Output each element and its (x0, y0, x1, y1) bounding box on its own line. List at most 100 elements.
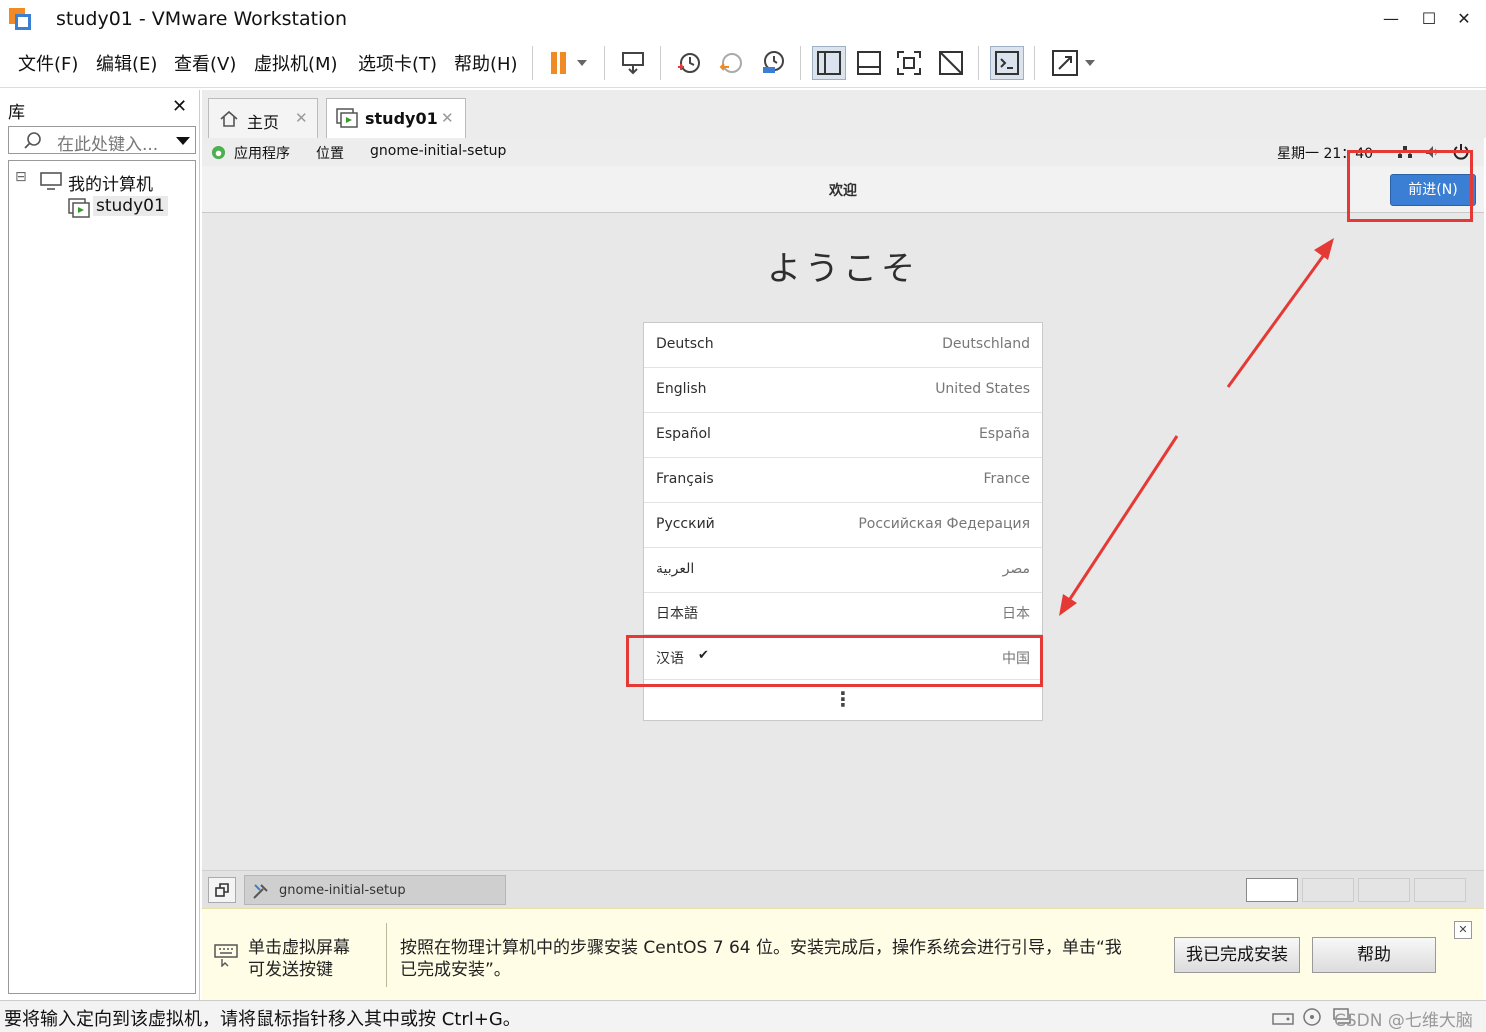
language-row-francais[interactable]: Français France (644, 458, 1042, 503)
gnome-foot-icon (211, 145, 226, 160)
show-library-button[interactable] (812, 46, 846, 80)
language-name: English (656, 381, 707, 397)
show-desktop-button[interactable] (208, 877, 236, 903)
menu-file[interactable]: 文件(F) (18, 50, 78, 76)
console-view-button[interactable] (990, 46, 1024, 80)
window-title: study01 - VMware Workstation (56, 8, 348, 30)
vm-icon (336, 108, 358, 128)
library-panel: 库 ✕ 在此处键入... ⊟ 我的计算机 study01 (0, 90, 200, 1000)
toolbar-separator (1034, 46, 1035, 80)
menu-toolbar: 文件(F) 编辑(E) 查看(V) 虚拟机(M) 选项卡(T) 帮助(H) (0, 38, 1486, 88)
guest-screen[interactable]: 应用程序 位置 gnome-initial-setup 星期一 21：40 欢迎… (202, 138, 1484, 870)
library-title: 库 (8, 103, 25, 123)
help-button[interactable]: 帮助 (1312, 937, 1436, 973)
language-name: Deutsch (656, 336, 714, 352)
annotation-box-next (1347, 150, 1473, 222)
dropdown-arrow-icon[interactable] (175, 135, 191, 147)
pause-icon (551, 52, 587, 74)
show-thumbnail-bar-button[interactable] (852, 46, 886, 80)
library-search[interactable]: 在此处键入... (8, 126, 196, 155)
setup-header: 欢迎 前进(N) (202, 166, 1484, 213)
tree-item-my-computer[interactable]: 我的计算机 (68, 170, 153, 195)
tab-study01-close-button[interactable]: ✕ (441, 109, 454, 127)
tab-bar: 主页 ✕ study01 ✕ (202, 90, 1486, 138)
full-screen-button[interactable] (892, 46, 926, 80)
language-region: España (978, 426, 1030, 442)
watermark-text: CSDN @七维大脑 (1334, 1011, 1473, 1031)
toolbar-separator (604, 46, 605, 80)
workspace-2[interactable] (1302, 878, 1354, 902)
language-row-english[interactable]: English United States (644, 368, 1042, 413)
menu-tabs[interactable]: 选项卡(T) (358, 50, 437, 76)
hint-divider (386, 923, 387, 987)
clock-icon (678, 53, 700, 73)
title-bar: study01 - VMware Workstation — ☐ ✕ (0, 0, 1486, 38)
library-close-button[interactable]: ✕ (172, 96, 187, 117)
tab-home-label: 主页 (247, 113, 280, 132)
maximize-button[interactable]: ☐ (1412, 4, 1446, 34)
send-ctrl-alt-del-button[interactable] (616, 46, 650, 80)
tab-home[interactable]: 主页 ✕ (208, 98, 318, 138)
language-row-arabic[interactable]: العربية مصر (644, 548, 1042, 593)
tab-study01[interactable]: study01 ✕ (326, 98, 466, 138)
revert-clock-icon (719, 53, 742, 73)
minimize-button[interactable]: — (1374, 4, 1408, 34)
taskbar-item[interactable]: gnome-initial-setup (244, 875, 506, 905)
vmware-logo-icon (9, 8, 31, 30)
language-row-deutsch[interactable]: Deutsch Deutschland (644, 323, 1042, 368)
language-name: Русский (656, 516, 715, 532)
unity-mode-button[interactable] (934, 46, 968, 80)
language-region: France (983, 471, 1030, 487)
taskbar-item-label: gnome-initial-setup (279, 883, 406, 898)
home-icon (220, 110, 238, 127)
menu-edit[interactable]: 编辑(E) (96, 50, 157, 76)
cd-drive-icon[interactable] (1302, 1007, 1322, 1027)
tab-study01-label: study01 (365, 109, 438, 128)
snapshot-manager-icon (763, 51, 784, 73)
tools-icon (253, 884, 268, 899)
gnome-top-bar: 应用程序 位置 gnome-initial-setup 星期一 21：40 (202, 138, 1484, 166)
fullscreen-icon (897, 51, 921, 75)
revert-snapshot-button[interactable] (714, 46, 748, 80)
pause-button[interactable] (540, 46, 596, 80)
menu-view[interactable]: 查看(V) (174, 50, 236, 76)
tab-home-close-button[interactable]: ✕ (295, 109, 308, 127)
setup-header-title: 欢迎 (829, 183, 857, 199)
language-region: مصر (1002, 561, 1030, 577)
status-bar: 要将输入定向到该虚拟机，请将鼠标指针移入其中或按 Ctrl+G。 CSDN @七… (0, 1000, 1486, 1032)
tree-item-study01[interactable]: study01 (93, 196, 168, 216)
unity-icon (939, 51, 963, 75)
gnome-places-menu[interactable]: 位置 (316, 143, 344, 163)
gnome-applications-menu[interactable]: 应用程序 (234, 143, 290, 163)
hint-main-text-line2: 已完成安装”。 (400, 960, 511, 980)
library-search-input[interactable]: 在此处键入... (57, 130, 158, 155)
hint-close-button[interactable]: ✕ (1454, 921, 1472, 939)
language-region: United States (935, 381, 1030, 397)
toolbar-separator (660, 46, 661, 80)
stretch-guest-button[interactable] (1046, 46, 1102, 80)
toolbar-separator (978, 46, 979, 80)
hard-disk-icon[interactable] (1272, 1008, 1294, 1026)
keyboard-click-icon (214, 944, 238, 967)
vm-icon (68, 198, 90, 218)
language-name: Français (656, 471, 714, 487)
language-name: Español (656, 426, 711, 442)
workspace-1[interactable] (1246, 878, 1298, 902)
workspace-4[interactable] (1414, 878, 1466, 902)
welcome-heading: ようこそ (767, 249, 919, 289)
snapshot-manager-button[interactable] (756, 46, 790, 80)
language-name: العربية (656, 561, 695, 577)
more-languages-button[interactable]: ⋮ (644, 687, 1042, 711)
language-row-japanese[interactable]: 日本語 日本 (644, 590, 1042, 635)
menu-help[interactable]: 帮助(H) (454, 50, 518, 76)
install-complete-button[interactable]: 我已完成安装 (1174, 937, 1300, 973)
toolbar-separator (532, 46, 533, 80)
language-row-espanol[interactable]: Español España (644, 413, 1042, 458)
menu-vm[interactable]: 虚拟机(M) (254, 50, 338, 76)
language-row-russian[interactable]: Русский Российская Федерация (644, 503, 1042, 548)
tree-expander-icon[interactable]: ⊟ (15, 169, 27, 185)
hint-click-text-line2: 可发送按键 (248, 960, 333, 980)
workspace-3[interactable] (1358, 878, 1410, 902)
close-window-button[interactable]: ✕ (1447, 4, 1481, 34)
snapshot-button[interactable] (672, 46, 706, 80)
